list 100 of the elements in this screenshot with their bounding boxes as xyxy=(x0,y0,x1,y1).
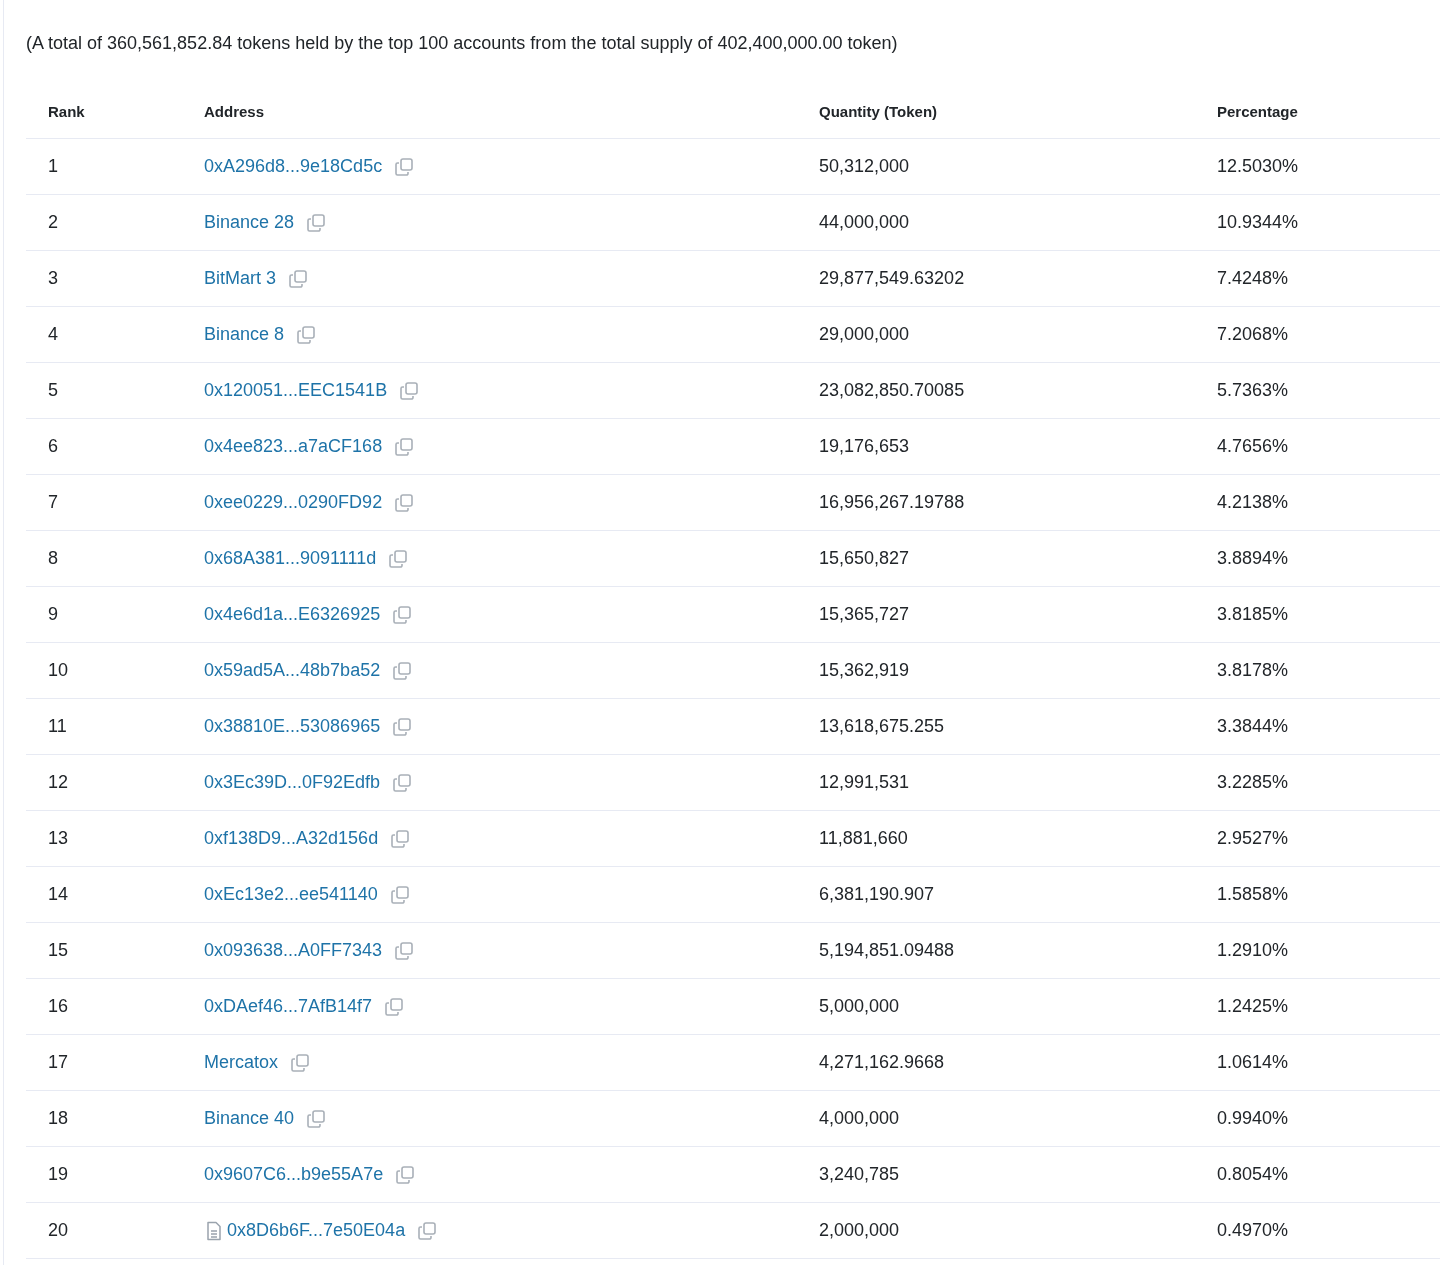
table-cell-text: 3 xyxy=(47,268,59,289)
copy-icon[interactable] xyxy=(394,436,415,457)
address-link[interactable]: 0xEc13e2...ee541140 xyxy=(204,884,378,905)
table-cell-text: 10.9344% xyxy=(1216,212,1300,233)
table-cell-text: 1.0614% xyxy=(1216,1052,1290,1073)
copy-icon[interactable] xyxy=(394,492,415,513)
table-cell-text: 0.8054% xyxy=(1216,1164,1290,1185)
table-cell-text: 14 xyxy=(47,884,70,905)
table-cell-text: 5,000,000 xyxy=(818,996,901,1017)
copy-icon[interactable] xyxy=(392,660,413,681)
copy-icon[interactable] xyxy=(390,828,411,849)
address-link[interactable]: Binance 40 xyxy=(204,1108,295,1129)
copy-icon[interactable] xyxy=(392,716,413,737)
table-cell-text: 19,176,653 xyxy=(818,436,911,457)
address-link[interactable]: 0x68A381...9091111d xyxy=(204,548,377,569)
table-cell-text: 4.2138% xyxy=(1216,492,1290,513)
copy-icon[interactable] xyxy=(290,1052,311,1073)
address-link[interactable]: 0x38810E...53086965 xyxy=(204,716,381,737)
summary-text: (A total of 360,561,852.84 tokens held by the top 100 accounts from the total supply of 402,400,000.00 token) xyxy=(26,32,899,55)
column-header: Percentage xyxy=(1216,103,1299,120)
table-cell-text: 17 xyxy=(47,1052,70,1073)
table-cell-text: 20 xyxy=(47,1220,70,1241)
table-cell-text: 1.2425% xyxy=(1216,996,1290,1017)
table-cell-text: 12,991,531 xyxy=(818,772,911,793)
column-header: Quantity (Token) xyxy=(818,103,939,120)
table-cell-text: 23,082,850.70085 xyxy=(818,380,966,401)
address-link[interactable]: 0xf138D9...A32d156d xyxy=(204,828,379,849)
table-cell-text: 18 xyxy=(47,1108,70,1129)
table-cell-text: 3.2285% xyxy=(1216,772,1290,793)
address-link[interactable]: 0xDAef46...7AfB14f7 xyxy=(204,996,373,1017)
copy-icon[interactable] xyxy=(389,884,410,905)
table-cell-text: 2,000,000 xyxy=(818,1220,901,1241)
table-cell-text: 6 xyxy=(47,436,59,457)
table-cell-text: 44,000,000 xyxy=(818,212,911,233)
table-cell-text: 19 xyxy=(47,1164,70,1185)
copy-icon[interactable] xyxy=(394,940,415,961)
copy-icon[interactable] xyxy=(288,268,309,289)
address-link[interactable]: 0x120051...EEC1541B xyxy=(204,380,388,401)
table-cell-text: 12.5030% xyxy=(1216,156,1300,177)
address-link[interactable]: 0x093638...A0FF7343 xyxy=(204,940,383,961)
column-header: Address xyxy=(203,103,266,120)
address-link[interactable]: Binance 28 xyxy=(204,212,295,233)
address-link[interactable]: 0x4ee823...a7aCF168 xyxy=(204,436,383,457)
table-cell-text: 5.7363% xyxy=(1216,380,1290,401)
table-cell-text: 4 xyxy=(47,324,59,345)
table-cell-text: 2.9527% xyxy=(1216,828,1290,849)
table-cell-text: 15 xyxy=(47,940,70,961)
table-cell-text: 10 xyxy=(47,660,70,681)
table-cell-text: 3.8178% xyxy=(1216,660,1290,681)
table-cell-text: 6,381,190.907 xyxy=(818,884,936,905)
copy-icon[interactable] xyxy=(395,1164,416,1185)
copy-icon[interactable] xyxy=(399,380,420,401)
table-cell-text: 11,881,660 xyxy=(818,828,909,849)
address-link[interactable]: 0x3Ec39D...0F92Edfb xyxy=(204,772,381,793)
table-cell-text: 1.2910% xyxy=(1216,940,1290,961)
table-cell-text: 0.9940% xyxy=(1216,1108,1290,1129)
address-link[interactable]: 0xA296d8...9e18Cd5c xyxy=(204,156,383,177)
table-cell-text: 3.8894% xyxy=(1216,548,1290,569)
table-cell-text: 3.8185% xyxy=(1216,604,1290,625)
table-cell-text: 1.5858% xyxy=(1216,884,1290,905)
copy-icon[interactable] xyxy=(417,1220,438,1241)
table-cell-text: 4,271,162.9668 xyxy=(818,1052,946,1073)
table-cell-text: 7.2068% xyxy=(1216,324,1290,345)
copy-icon[interactable] xyxy=(306,212,327,233)
table-cell-text: 8 xyxy=(47,548,59,569)
copy-icon[interactable] xyxy=(306,1108,327,1129)
address-link[interactable]: 0xee0229...0290FD92 xyxy=(204,492,383,513)
table-cell-text: 12 xyxy=(47,772,70,793)
table-cell-text: 16 xyxy=(47,996,70,1017)
address-link[interactable]: 0x4e6d1a...E6326925 xyxy=(204,604,381,625)
copy-icon[interactable] xyxy=(394,156,415,177)
table-cell-text: 5 xyxy=(47,380,59,401)
table-cell-text: 29,877,549.63202 xyxy=(818,268,966,289)
copy-icon[interactable] xyxy=(392,604,413,625)
address-link[interactable]: 0x9607C6...b9e55A7e xyxy=(204,1164,384,1185)
copy-icon[interactable] xyxy=(384,996,405,1017)
address-link[interactable]: 0x59ad5A...48b7ba52 xyxy=(204,660,381,681)
address-link[interactable]: BitMart 3 xyxy=(204,268,277,289)
table-cell-text: 15,362,919 xyxy=(818,660,911,681)
table-cell-text: 2 xyxy=(47,212,59,233)
table-cell-text: 16,956,267.19788 xyxy=(818,492,966,513)
table-cell-text: 13 xyxy=(47,828,70,849)
copy-icon[interactable] xyxy=(392,772,413,793)
table-cell-text: 4.7656% xyxy=(1216,436,1290,457)
address-link[interactable]: Binance 8 xyxy=(204,324,285,345)
address-link[interactable]: 0x8D6b6F...7e50E04a xyxy=(227,1220,406,1241)
table-cell-text: 7 xyxy=(47,492,59,513)
table-cell-text: 0.4970% xyxy=(1216,1220,1290,1241)
table-cell-text: 7.4248% xyxy=(1216,268,1290,289)
table-cell-text: 29,000,000 xyxy=(818,324,911,345)
table-cell-text: 5,194,851.09488 xyxy=(818,940,956,961)
table-cell-text: 11 xyxy=(47,716,68,737)
table-cell-text: 50,312,000 xyxy=(818,156,911,177)
copy-icon[interactable] xyxy=(296,324,317,345)
column-header: Rank xyxy=(47,103,86,120)
table-cell-text: 3,240,785 xyxy=(818,1164,901,1185)
table-cell-text: 4,000,000 xyxy=(818,1108,901,1129)
copy-icon[interactable] xyxy=(388,548,409,569)
address-link[interactable]: Mercatox xyxy=(204,1052,279,1073)
table-cell-text: 13,618,675.255 xyxy=(818,716,946,737)
